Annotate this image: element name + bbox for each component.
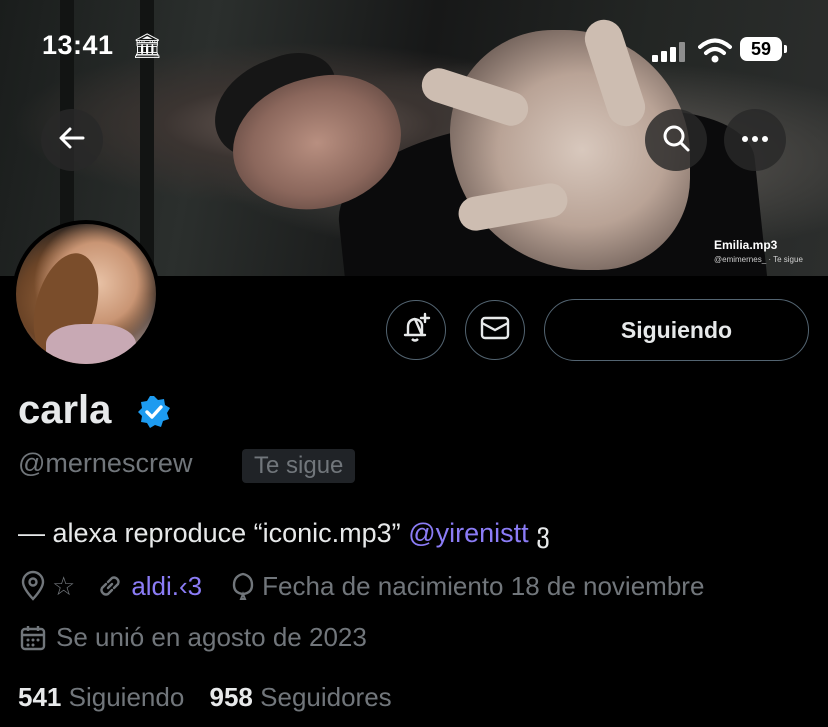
cell-signal-icon: [652, 42, 686, 62]
followers-count: 958: [209, 682, 253, 712]
profile-handle: @mernescrew: [18, 448, 193, 478]
mail-icon: [479, 315, 511, 346]
location-text: ☆: [52, 570, 76, 601]
battery-tip: [784, 45, 787, 53]
following-stat[interactable]: 541 Siguiendo: [18, 682, 184, 712]
profile-bio: — alexa reproduce “iconic.mp3” @yirenist…: [18, 518, 550, 549]
following-count: 541: [18, 682, 62, 712]
birthday-text: Fecha de nacimiento 18 de noviembre: [262, 570, 705, 601]
back-arrow-icon: [57, 123, 87, 158]
more-button[interactable]: [724, 109, 786, 171]
followers-label: Seguidores: [260, 682, 392, 712]
follows-you-badge: Te sigue: [242, 449, 356, 483]
more-icon: [740, 131, 770, 149]
notification-bell-icon: [399, 311, 433, 350]
profile-avatar[interactable]: [12, 220, 160, 368]
banner-watermark-sub: @emimernes_ · Te sigue: [714, 255, 803, 264]
following-label: Siguiendo: [68, 682, 185, 712]
location-icon: [18, 570, 48, 602]
back-button[interactable]: [41, 109, 103, 171]
notifications-button[interactable]: [386, 300, 446, 360]
calendar-icon: [18, 623, 48, 653]
status-time: 13:41: [42, 30, 114, 60]
link-icon: [95, 571, 125, 601]
battery-indicator: 59: [740, 37, 782, 61]
joined-text: Se unió en agosto de 2023: [56, 622, 367, 652]
profile-meta-row: ☆ aldi.‹3 Fecha de nacimiento 18 de novi…: [18, 570, 704, 602]
wifi-icon: [698, 38, 732, 69]
profile-name: carla: [18, 388, 112, 432]
following-button[interactable]: Siguiendo: [544, 299, 809, 361]
bio-suffix: ვ: [536, 518, 550, 548]
followers-stat[interactable]: 958 Seguidores: [210, 682, 392, 712]
bio-text: — alexa reproduce “iconic.mp3”: [18, 518, 401, 548]
birthday-icon: [230, 570, 256, 602]
follow-stats: 541 Siguiendo 958 Seguidores: [18, 682, 392, 713]
search-button[interactable]: [645, 109, 707, 171]
bank-icon: 🏛: [132, 33, 163, 60]
search-icon: [660, 122, 692, 159]
banner-watermark-name: Emilia.mp3: [714, 238, 778, 252]
message-button[interactable]: [465, 300, 525, 360]
website-link[interactable]: aldi.‹3: [131, 571, 202, 602]
bio-mention-link[interactable]: @yirenistt: [408, 518, 528, 548]
verified-badge-icon: [136, 394, 172, 435]
joined-row: Se unió en agosto de 2023: [18, 622, 367, 653]
